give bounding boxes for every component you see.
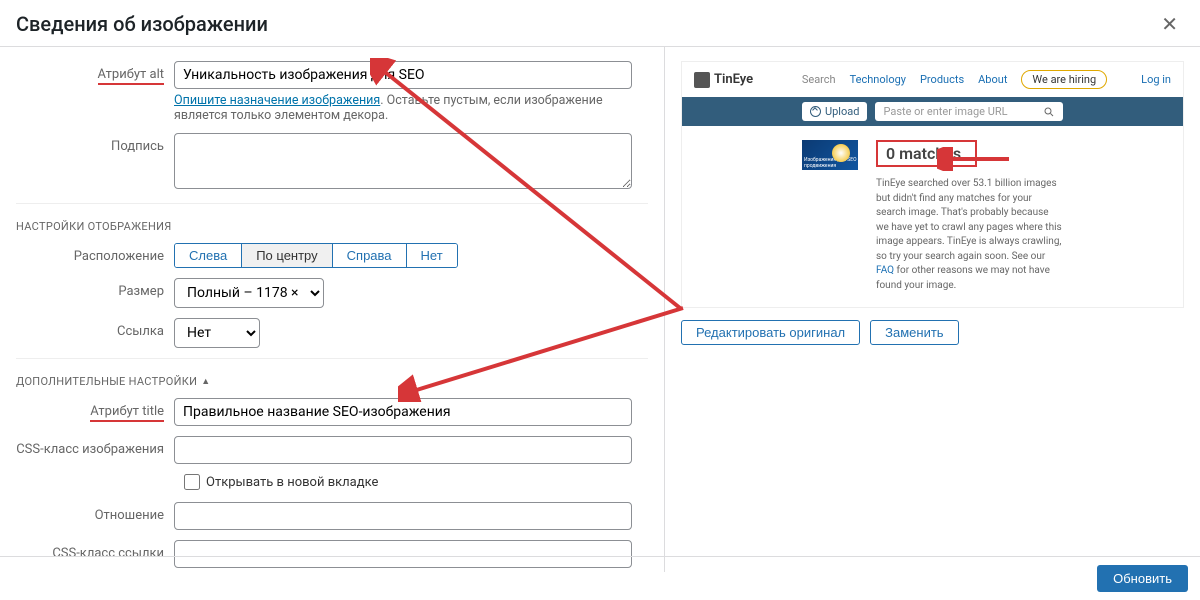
newtab-label: Открывать в новой вкладке xyxy=(206,475,378,490)
tineye-icon xyxy=(694,72,710,88)
advanced-section-heading[interactable]: Дополнительные настройки▲ xyxy=(16,358,648,398)
alt-hint: Опишите назначение изображения. Оставьте… xyxy=(174,93,632,123)
link-label: Ссылка xyxy=(16,318,174,339)
dialog-header: Сведения об изображении ✕ xyxy=(0,0,1200,47)
te-upload-button: Upload xyxy=(802,102,867,121)
css-img-label: CSS-класс изображения xyxy=(16,436,174,457)
te-nav-products: Products xyxy=(920,73,964,86)
dialog-footer: Обновить xyxy=(0,556,1200,600)
align-label: Расположение xyxy=(16,243,174,264)
te-faq-link: FAQ xyxy=(876,265,894,276)
newtab-checkbox[interactable] xyxy=(184,474,200,490)
link-select[interactable]: Нет xyxy=(174,318,260,348)
te-nav-login: Log in xyxy=(1141,73,1171,86)
te-result-text: TinEye searched over 53.1 billion images… xyxy=(876,177,1063,293)
title-attr-label: Атрибут title xyxy=(16,398,174,422)
title-attr-input[interactable] xyxy=(174,398,632,426)
rel-input[interactable] xyxy=(174,502,632,530)
align-none-button[interactable]: Нет xyxy=(407,244,457,267)
dialog-title: Сведения об изображении xyxy=(16,12,268,36)
update-button[interactable]: Обновить xyxy=(1097,565,1188,592)
caption-label: Подпись xyxy=(16,133,174,154)
edit-original-button[interactable]: Редактировать оригинал xyxy=(681,320,860,345)
size-select[interactable]: Полный – 1178 × 450 xyxy=(174,278,324,308)
size-label: Размер xyxy=(16,278,174,299)
search-icon xyxy=(1043,106,1055,118)
alt-hint-link[interactable]: Опишите назначение изображения xyxy=(174,93,380,108)
left-panel: Атрибут alt Опишите назначение изображен… xyxy=(0,47,665,572)
close-icon[interactable]: ✕ xyxy=(1155,12,1184,36)
right-panel: TinEye Search Technology Products About … xyxy=(665,47,1200,572)
replace-button[interactable]: Заменить xyxy=(870,320,958,345)
align-group: Слева По центру Справа Нет xyxy=(174,243,458,268)
caret-up-icon: ▲ xyxy=(201,376,210,387)
te-nav-hiring: We are hiring xyxy=(1021,70,1107,89)
te-nav-search: Search xyxy=(802,73,836,86)
align-center-button[interactable]: По центру xyxy=(242,244,332,267)
align-right-button[interactable]: Справа xyxy=(333,244,407,267)
rel-label: Отношение xyxy=(16,502,174,523)
te-url-input: Paste or enter image URL xyxy=(875,102,1063,121)
alt-input[interactable] xyxy=(174,61,632,89)
te-nav-tech: Technology xyxy=(850,73,906,86)
display-section-heading: Настройки отображения xyxy=(16,203,648,243)
te-nav-about: About xyxy=(978,73,1007,86)
alt-label: Атрибут alt xyxy=(16,61,174,85)
te-thumbnail: Изображения для SEO продвижения xyxy=(802,140,858,170)
preview-image: TinEye Search Technology Products About … xyxy=(681,61,1184,308)
css-img-input[interactable] xyxy=(174,436,632,464)
upload-icon xyxy=(810,106,821,117)
tineye-logo: TinEye xyxy=(694,72,753,88)
align-left-button[interactable]: Слева xyxy=(175,244,242,267)
caption-input[interactable] xyxy=(174,133,632,189)
te-matches-box: 0 matches xyxy=(876,140,977,167)
